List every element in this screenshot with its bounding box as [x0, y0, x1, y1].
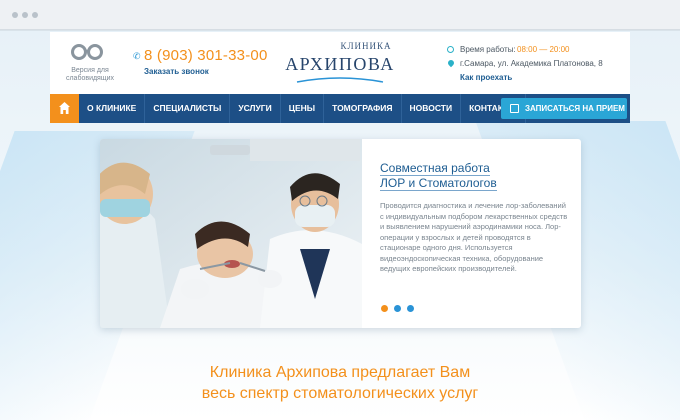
nav-item-about[interactable]: О КЛИНИКЕ: [79, 94, 146, 123]
phone-number[interactable]: 8 (903) 301-33-00: [144, 47, 267, 64]
nav-item-specialists[interactable]: СПЕЦИАЛИСТЫ: [145, 94, 231, 123]
slide-title[interactable]: Совместная работа ЛОР и Стоматологов: [380, 161, 570, 191]
nav-item-news[interactable]: НОВОСТИ: [402, 94, 462, 123]
nav-home-button[interactable]: [50, 94, 79, 123]
slide-title-line2: ЛОР и Стоматологов: [380, 176, 497, 191]
callback-link[interactable]: Заказать звонок: [144, 67, 209, 76]
route-link[interactable]: Как проехать: [460, 73, 512, 82]
window-dot[interactable]: [32, 12, 38, 18]
hero-slider: Совместная работа ЛОР и Стоматологов Про…: [100, 139, 581, 328]
slider-dot[interactable]: [407, 305, 414, 312]
edit-icon: [510, 104, 519, 113]
hours-value: 08:00 — 20:00: [517, 45, 570, 54]
slider-dot-active[interactable]: [381, 305, 388, 312]
low-vision-link[interactable]: Версия для слабовидящих: [64, 67, 116, 83]
slide-photo: [100, 139, 362, 328]
clock-icon: [447, 46, 454, 53]
heading-line2: весь спектр стоматологических услуг: [201, 385, 479, 402]
nav-item-tomography[interactable]: ТОМОГРАФИЯ: [324, 94, 402, 123]
appointment-button[interactable]: ЗАПИСАТЬСЯ НА ПРИЕМ: [501, 98, 627, 119]
slider-pagination: [381, 299, 420, 317]
nav-item-services[interactable]: УСЛУГИ: [230, 94, 281, 123]
pin-icon: [446, 58, 456, 68]
nav-item-prices[interactable]: ЦЕНЫ: [281, 94, 325, 123]
glasses-icon[interactable]: [70, 44, 104, 60]
home-icon: [59, 102, 70, 114]
section-heading: Клиника Архипова предлагает Вам весь спе…: [100, 362, 580, 404]
heading-line1: Клиника Архипова предлагает Вам: [209, 364, 471, 381]
dentist-scene-image: [100, 139, 362, 328]
address: г.Самара, ул. Академика Платонова, 8: [460, 59, 603, 68]
logo-subtitle: КЛИНИКА: [340, 41, 392, 51]
phone-icon: ✆: [133, 51, 141, 61]
site-header: Версия для слабовидящих ✆ 8 (903) 301-33…: [50, 32, 630, 94]
main-nav: О КЛИНИКЕ СПЕЦИАЛИСТЫ УСЛУГИ ЦЕНЫ ТОМОГР…: [50, 94, 630, 123]
slide-text: Проводится диагностика и лечение лор-заб…: [380, 201, 568, 273]
slide-title-line1: Совместная работа: [380, 161, 490, 176]
appointment-button-label: ЗАПИСАТЬСЯ НА ПРИЕМ: [525, 104, 625, 113]
window-dot[interactable]: [22, 12, 28, 18]
browser-chrome: [0, 0, 680, 30]
nav-items: О КЛИНИКЕ СПЕЦИАЛИСТЫ УСЛУГИ ЦЕНЫ ТОМОГР…: [79, 94, 526, 123]
slider-dot[interactable]: [394, 305, 401, 312]
hours-label: Время работы:: [460, 45, 516, 54]
logo-swoosh: [296, 77, 384, 83]
logo-title[interactable]: АРХИПОВА: [285, 54, 395, 75]
window-dot[interactable]: [12, 12, 18, 18]
